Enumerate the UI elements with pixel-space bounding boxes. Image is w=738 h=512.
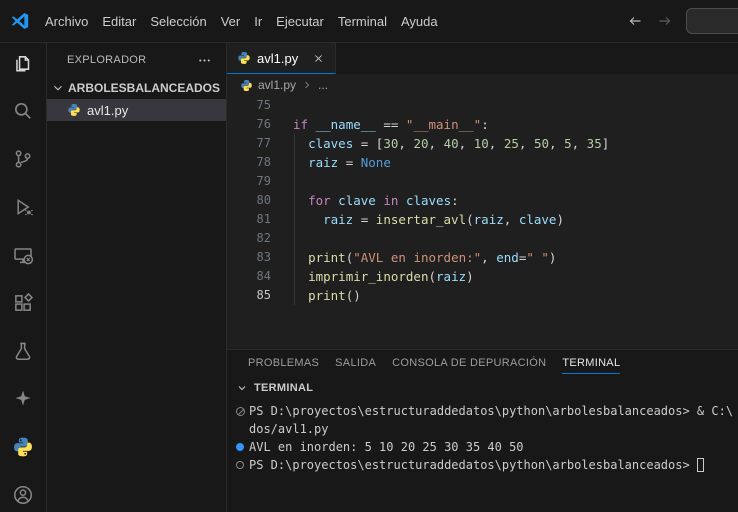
sidebar-title: EXPLORADOR: [67, 54, 146, 66]
explorer-sidebar: EXPLORADOR ARBOLESBALANCEADOS avl1.py: [47, 43, 227, 512]
line-number: 84: [227, 267, 271, 286]
code-line-76[interactable]: 76if __name__ == "__main__":: [227, 115, 738, 134]
vscode-logo-icon: [10, 11, 30, 31]
explorer-icon[interactable]: [11, 51, 35, 75]
menu-archivo[interactable]: Archivo: [38, 0, 95, 42]
terminal-cursor: [697, 458, 704, 472]
line-number: 81: [227, 210, 271, 229]
command-decoration-circle-icon[interactable]: [231, 461, 249, 469]
code-line-77[interactable]: 77 claves = [30, 20, 40, 10, 25, 50, 5, …: [227, 134, 738, 153]
activity-bar: [0, 43, 47, 512]
code-line-78[interactable]: 78 raiz = None: [227, 153, 738, 172]
menu-seleccion[interactable]: Selección: [143, 0, 213, 42]
sparkle-icon[interactable]: [11, 387, 35, 411]
menu-terminal[interactable]: Terminal: [331, 0, 394, 42]
panel-tab-terminal[interactable]: TERMINAL: [554, 350, 628, 376]
sidebar-header: EXPLORADOR: [47, 43, 226, 77]
terminal-line-2: dos/avl1.py: [231, 420, 738, 438]
code-line-81[interactable]: 81 raiz = insertar_avl(raiz, clave): [227, 210, 738, 229]
code-line-79[interactable]: 79: [227, 172, 738, 191]
menu-ejecutar[interactable]: Ejecutar: [269, 0, 331, 42]
code-line-85[interactable]: 85 print(): [227, 286, 738, 305]
line-number: 83: [227, 248, 271, 267]
terminal-section-header[interactable]: TERMINAL: [227, 376, 738, 400]
code-line-75[interactable]: 75: [227, 96, 738, 115]
panel-tab-salida[interactable]: SALIDA: [327, 350, 384, 376]
title-bar-right: [626, 8, 738, 34]
code-lines: 7576if __name__ == "__main__":77 claves …: [227, 96, 738, 305]
code-line-84[interactable]: 84 imprimir_inorden(raiz): [227, 267, 738, 286]
bottom-panel: PROBLEMASSALIDACONSOLA DE DEPURACIÓNTERM…: [227, 349, 738, 512]
file-row-avl1[interactable]: avl1.py: [47, 99, 226, 121]
more-actions-icon[interactable]: [197, 53, 212, 68]
code-editor[interactable]: 7576if __name__ == "__main__":77 claves …: [227, 96, 738, 349]
remote-window-icon[interactable]: [11, 243, 35, 267]
python-file-icon: [240, 79, 253, 92]
line-number: 77: [227, 134, 271, 153]
terminal-line-1: PS D:\proyectos\estructuraddedatos\pytho…: [231, 402, 738, 420]
editor-group: avl1.py avl1.py ... 7576if __name__: [227, 43, 738, 512]
tab-label: avl1.py: [257, 51, 298, 66]
account-icon[interactable]: [11, 483, 35, 507]
panel-tab-consola-de-depuracio-n[interactable]: CONSOLA DE DEPURACIÓN: [384, 350, 554, 376]
panel-tab-bar: PROBLEMASSALIDACONSOLA DE DEPURACIÓNTERM…: [227, 350, 738, 376]
command-center-search[interactable]: [686, 8, 738, 34]
menu-ir[interactable]: Ir: [247, 0, 269, 42]
menu-editar[interactable]: Editar: [95, 0, 143, 42]
forward-arrow-icon[interactable]: [656, 12, 674, 30]
source-control-icon[interactable]: [11, 147, 35, 171]
vscode-window: ArchivoEditarSelecciónVerIrEjecutarTermi…: [0, 0, 738, 512]
terminal-line-3: AVL en inorden: 5 10 20 25 30 35 40 50: [231, 438, 738, 456]
tab-bar: avl1.py: [227, 43, 738, 74]
folder-row-arbolesbalanceados[interactable]: ARBOLESBALANCEADOS: [47, 77, 226, 99]
code-line-80[interactable]: 80 for clave in claves:: [227, 191, 738, 210]
breadcrumb[interactable]: avl1.py ...: [227, 74, 738, 96]
terminal-line-4: PS D:\proyectos\estructuraddedatos\pytho…: [231, 456, 738, 474]
line-number: 79: [227, 172, 271, 191]
panel-tab-problemas[interactable]: PROBLEMAS: [240, 350, 327, 376]
chevron-down-icon: [51, 81, 65, 95]
back-arrow-icon[interactable]: [626, 12, 644, 30]
title-bar: ArchivoEditarSelecciónVerIrEjecutarTermi…: [0, 0, 738, 43]
command-decoration-dot-icon[interactable]: [231, 443, 249, 451]
terminal-section-title: TERMINAL: [254, 382, 313, 394]
line-number: 80: [227, 191, 271, 210]
code-line-83[interactable]: 83 print("AVL en inorden:", end=" "): [227, 248, 738, 267]
line-number: 78: [227, 153, 271, 172]
breadcrumb-file: avl1.py: [258, 78, 296, 92]
testing-icon[interactable]: [11, 339, 35, 363]
menu-ayuda[interactable]: Ayuda: [394, 0, 445, 42]
python-file-icon: [67, 103, 81, 117]
line-number: 85: [227, 286, 271, 305]
python-file-icon: [237, 51, 251, 65]
close-icon[interactable]: [312, 52, 325, 65]
file-name: avl1.py: [87, 103, 128, 118]
tab-avl1[interactable]: avl1.py: [227, 43, 336, 74]
search-icon[interactable]: [11, 99, 35, 123]
menu-bar: ArchivoEditarSelecciónVerIrEjecutarTermi…: [38, 0, 445, 42]
code-line-82[interactable]: 82: [227, 229, 738, 248]
line-number: 82: [227, 229, 271, 248]
terminal-output[interactable]: PS D:\proyectos\estructuraddedatos\pytho…: [227, 400, 738, 512]
indent-guide: [294, 134, 295, 305]
chevron-right-icon: [301, 79, 313, 91]
extensions-icon[interactable]: [11, 291, 35, 315]
breadcrumb-more: ...: [318, 78, 328, 92]
run-debug-icon[interactable]: [11, 195, 35, 219]
command-decoration-slash-icon[interactable]: [231, 407, 249, 416]
line-number: 76: [227, 115, 271, 134]
chevron-down-icon: [236, 382, 248, 394]
line-number: 75: [227, 96, 271, 115]
menu-ver[interactable]: Ver: [214, 0, 248, 42]
python-extension-icon[interactable]: [11, 435, 35, 459]
folder-name: ARBOLESBALANCEADOS: [68, 81, 220, 95]
